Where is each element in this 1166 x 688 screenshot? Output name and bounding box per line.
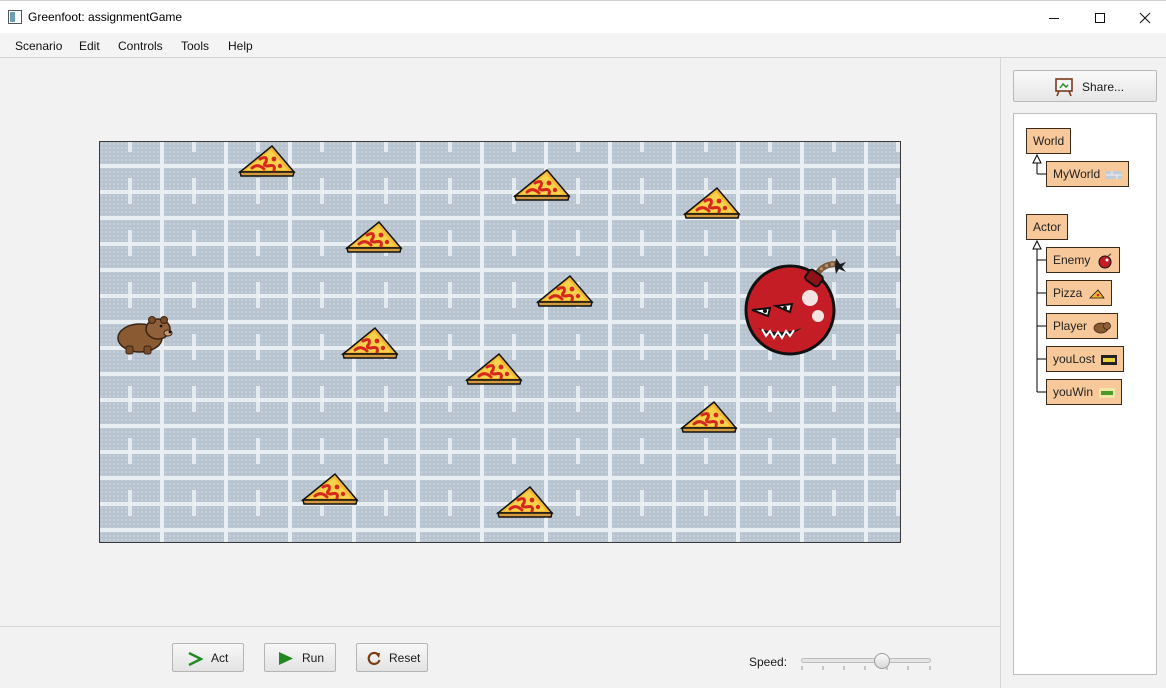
class-pizza[interactable]: Pizza [1046, 280, 1112, 306]
easel-icon [1055, 78, 1073, 97]
greenfoot-app-icon [8, 10, 22, 24]
class-actor-label: Actor [1033, 220, 1062, 234]
class-diagram-panel: World MyWorld Actor Enemy Pizza Player y… [1013, 113, 1157, 675]
run-button-label: Run [302, 651, 325, 665]
share-button-label: Share... [1082, 80, 1125, 94]
window-title: Greenfoot: assignmentGame [28, 10, 183, 24]
class-youwin-label: youWin [1053, 385, 1094, 399]
pizza-actor[interactable] [536, 272, 594, 308]
menu-tools[interactable]: Tools [181, 39, 209, 53]
you-lost-thumbnail-icon [1101, 354, 1118, 365]
bear-thumbnail-icon [1093, 321, 1112, 334]
speed-slider-thumb[interactable] [873, 653, 890, 669]
menu-edit[interactable]: Edit [79, 39, 100, 53]
class-youlost-label: youLost [1053, 352, 1096, 366]
brick-thumbnail-icon [1106, 170, 1123, 179]
panel-divider[interactable] [1000, 58, 1001, 688]
act-button-label: Act [211, 651, 229, 665]
play-icon [279, 652, 293, 665]
class-youwin[interactable]: youWin [1046, 379, 1123, 405]
you-win-thumbnail-icon [1099, 387, 1116, 398]
act-button[interactable]: Act [172, 643, 244, 672]
speed-slider-ticks [801, 666, 931, 670]
class-pizza-label: Pizza [1053, 286, 1083, 300]
class-myworld[interactable]: MyWorld [1046, 161, 1130, 187]
pizza-actor[interactable] [238, 142, 296, 178]
enemy-bomb-actor[interactable] [740, 250, 848, 358]
pizza-actor[interactable] [683, 184, 741, 220]
pizza-thumbnail-icon [1088, 289, 1105, 299]
pizza-actor[interactable] [341, 324, 399, 360]
reset-arrow-icon [367, 651, 381, 666]
class-enemy-label: Enemy [1053, 253, 1091, 267]
minimize-icon [1049, 17, 1059, 19]
class-world-label: World [1033, 134, 1065, 148]
share-button[interactable]: Share... [1013, 70, 1157, 102]
close-icon [1139, 12, 1151, 23]
class-myworld-label: MyWorld [1053, 167, 1101, 181]
reset-button-label: Reset [389, 651, 421, 665]
close-button[interactable] [1122, 1, 1166, 34]
class-actor[interactable]: Actor [1026, 214, 1069, 240]
speed-label: Speed: [749, 655, 788, 669]
pizza-actor[interactable] [513, 166, 571, 202]
class-player-label: Player [1053, 319, 1088, 333]
menu-bar: Scenario Edit Controls Tools Help [0, 33, 1166, 58]
maximize-button[interactable] [1077, 1, 1123, 34]
class-player[interactable]: Player [1046, 313, 1119, 339]
menu-controls[interactable]: Controls [118, 39, 163, 53]
run-button[interactable]: Run [264, 643, 336, 672]
reset-button[interactable]: Reset [356, 643, 428, 672]
speed-slider-track[interactable] [801, 658, 931, 663]
controls-separator [0, 626, 1000, 627]
pizza-actor[interactable] [345, 218, 403, 254]
pizza-actor[interactable] [496, 483, 554, 519]
pizza-actor[interactable] [465, 350, 523, 386]
minimize-button[interactable] [1031, 1, 1077, 34]
class-world[interactable]: World [1026, 128, 1072, 154]
pizza-actor[interactable] [680, 398, 738, 434]
class-youlost[interactable]: youLost [1046, 346, 1125, 372]
menu-help[interactable]: Help [228, 39, 253, 53]
title-bar: Greenfoot: assignmentGame [0, 0, 1166, 33]
bomb-thumbnail-icon [1098, 253, 1112, 269]
pizza-actor[interactable] [301, 470, 359, 506]
menu-scenario[interactable]: Scenario [15, 39, 62, 53]
player-bear-actor[interactable] [114, 310, 174, 356]
maximize-icon [1095, 12, 1105, 23]
world-canvas[interactable] [99, 141, 901, 543]
step-arrow-icon [188, 652, 203, 666]
class-enemy[interactable]: Enemy [1046, 247, 1120, 273]
